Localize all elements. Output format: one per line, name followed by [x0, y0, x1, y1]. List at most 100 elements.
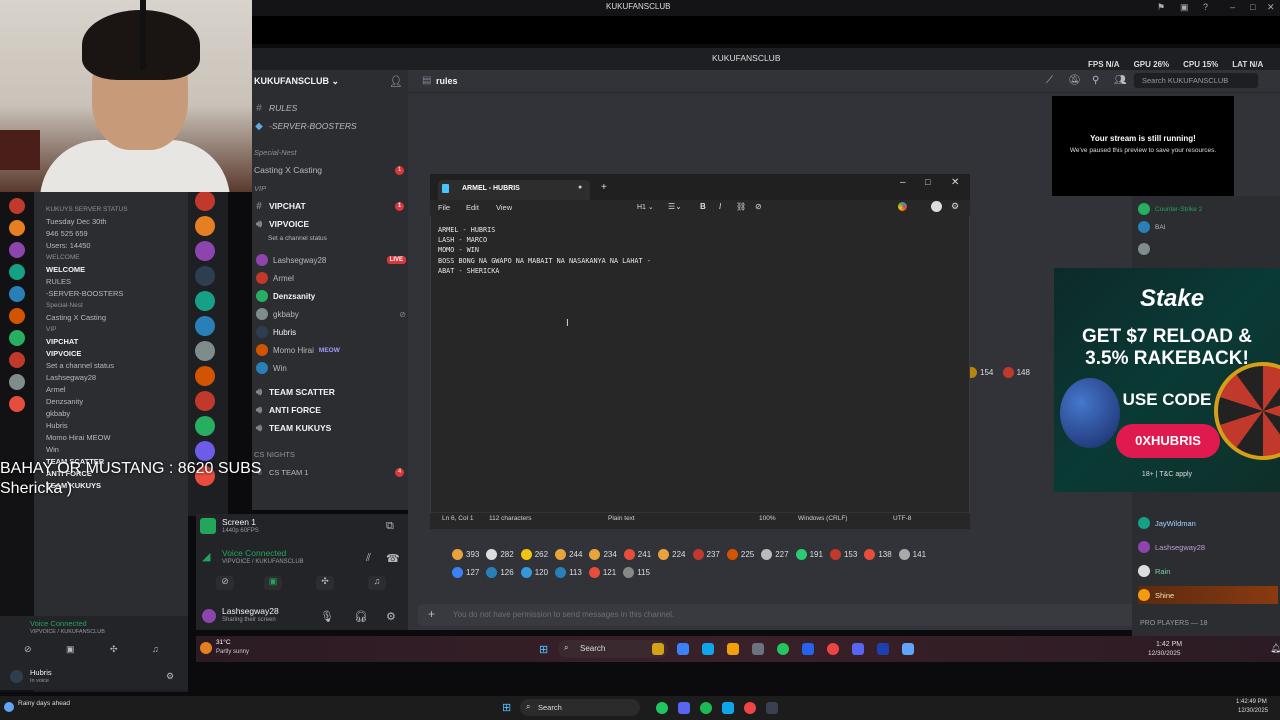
- reaction[interactable]: 262: [520, 545, 548, 563]
- account-icon[interactable]: [931, 201, 942, 212]
- voice-member[interactable]: Lashsegway28 LIVE: [256, 251, 406, 269]
- category-header[interactable]: Special-Nest: [34, 300, 188, 312]
- copilot-icon[interactable]: [898, 202, 907, 211]
- reaction[interactable]: 237: [692, 545, 720, 563]
- line-endings[interactable]: Windows (CRLF): [798, 515, 847, 522]
- channel-casting[interactable]: Casting X Casting 1: [254, 161, 404, 179]
- signal-icon[interactable]: ◢: [202, 550, 210, 563]
- discord-icon[interactable]: [852, 643, 864, 655]
- voice-member[interactable]: Hubris: [256, 323, 406, 341]
- reaction[interactable]: 141: [898, 545, 926, 563]
- server-icon[interactable]: [9, 264, 25, 280]
- channel-item[interactable]: Momo Hirai MEOW: [34, 432, 188, 444]
- reaction[interactable]: 282: [486, 545, 514, 563]
- channel-item[interactable]: Armel: [34, 384, 188, 396]
- edge-icon[interactable]: [722, 702, 734, 714]
- bold-icon[interactable]: B: [700, 202, 706, 211]
- spotify-icon[interactable]: [700, 702, 712, 714]
- edge-icon[interactable]: [702, 643, 714, 655]
- voice-channel-label[interactable]: VIPVOICE / KUKUFANSCLUB: [222, 559, 304, 565]
- channel-rules[interactable]: # RULES: [254, 99, 404, 117]
- server-icon[interactable]: [195, 391, 215, 411]
- pin-icon[interactable]: ⚑: [1157, 2, 1165, 13]
- channel-item[interactable]: Hubris: [34, 420, 188, 432]
- reaction[interactable]: 153: [829, 545, 857, 563]
- server-icon[interactable]: [195, 416, 215, 436]
- stake-code-button[interactable]: 0XHUBRIS: [1116, 424, 1220, 458]
- reaction[interactable]: 244: [555, 545, 582, 563]
- channel-item[interactable]: WELCOME: [34, 264, 188, 276]
- server-icon[interactable]: [9, 308, 25, 324]
- settings-icon[interactable]: ⚙: [386, 610, 396, 623]
- reaction[interactable]: 241: [623, 545, 651, 563]
- server-icon[interactable]: [195, 266, 215, 286]
- soundboard-button[interactable]: ♫: [152, 644, 159, 654]
- server-icon[interactable]: [195, 316, 215, 336]
- text-mode[interactable]: Plain text: [608, 515, 635, 522]
- member-item[interactable]: Rain: [1138, 562, 1170, 580]
- add-attachment-icon[interactable]: +: [428, 607, 435, 621]
- voice-member[interactable]: Armel: [256, 269, 406, 287]
- reaction[interactable]: 127: [452, 563, 479, 581]
- reaction[interactable]: 154: [966, 363, 993, 381]
- maximize-icon[interactable]: □: [925, 177, 930, 187]
- member-item[interactable]: Shine: [1138, 586, 1278, 604]
- server-icon[interactable]: [195, 291, 215, 311]
- channel-team-kukuys[interactable]: 🔊︎ TEAM KUKUYS: [254, 419, 404, 437]
- reaction[interactable]: 113: [555, 563, 582, 581]
- reaction[interactable]: 393: [452, 545, 479, 563]
- server-icon[interactable]: [195, 241, 215, 261]
- microphone-icon[interactable]: 🎙︎: [320, 610, 334, 623]
- store-icon[interactable]: [752, 643, 764, 655]
- channel-vipchat[interactable]: # VIPCHAT 1: [254, 197, 404, 215]
- category-header[interactable]: VIP: [34, 324, 188, 336]
- screen-share-button[interactable]: ▣: [66, 644, 75, 655]
- menu-file[interactable]: File: [438, 203, 450, 212]
- help-icon[interactable]: ?: [1203, 2, 1208, 12]
- channel-cs-team[interactable]: 🔊︎ CS TEAM 14: [254, 463, 404, 481]
- minimize-icon[interactable]: –: [900, 177, 906, 188]
- member-list-icon[interactable]: 👥︎: [1114, 75, 1127, 86]
- reaction[interactable]: 224: [658, 545, 686, 563]
- settings-icon[interactable]: ⚙: [166, 671, 174, 682]
- weather-icon[interactable]: [200, 642, 212, 654]
- camera-off-button[interactable]: ⊘: [24, 644, 32, 655]
- channel-team-scatter[interactable]: 🔊︎ TEAM SCATTER: [254, 383, 404, 401]
- voice-member[interactable]: Momo Hirai MEOW: [256, 341, 406, 359]
- folder-icon[interactable]: [727, 643, 739, 655]
- menu-edit[interactable]: Edit: [466, 203, 479, 212]
- server-name[interactable]: KUKUFANSCLUB ⌄: [254, 76, 339, 87]
- server-icon[interactable]: [9, 198, 25, 214]
- category-header[interactable]: WELCOME: [34, 252, 188, 264]
- link-icon[interactable]: ⛓: [736, 202, 746, 211]
- voice-member[interactable]: Win: [256, 359, 406, 377]
- inbox-icon[interactable]: ▣: [1180, 2, 1189, 13]
- channel-vipvoice[interactable]: 🔊︎ VIPVOICE: [254, 215, 404, 233]
- member-item[interactable]: [1138, 240, 1150, 258]
- camera-off-button[interactable]: ⊘: [216, 576, 234, 590]
- reaction[interactable]: 227: [761, 545, 789, 563]
- member-item[interactable]: JayWildman: [1138, 514, 1278, 532]
- chrome-icon[interactable]: [656, 702, 668, 714]
- screen-share-button[interactable]: ▣: [264, 576, 282, 590]
- server-icon[interactable]: [195, 366, 215, 386]
- reaction[interactable]: 225: [726, 545, 754, 563]
- reaction[interactable]: 148: [1002, 363, 1030, 381]
- app-icon[interactable]: [827, 643, 839, 655]
- server-icon[interactable]: [9, 374, 25, 390]
- channel-item[interactable]: RULES: [34, 276, 188, 288]
- weather-icon[interactable]: [4, 702, 14, 712]
- avatar[interactable]: [202, 609, 216, 623]
- server-icon[interactable]: [9, 286, 25, 302]
- notification-icon[interactable]: 🔕︎: [1068, 75, 1081, 86]
- encoding[interactable]: UTF-8: [893, 515, 911, 522]
- server-icon[interactable]: [195, 191, 215, 211]
- maximize-icon[interactable]: □: [1250, 2, 1255, 12]
- pin-icon[interactable]: ⚲: [1092, 75, 1099, 86]
- italic-icon[interactable]: I: [719, 202, 721, 211]
- settings-icon[interactable]: ⚙: [951, 201, 959, 212]
- chrome-icon[interactable]: [777, 643, 789, 655]
- reaction[interactable]: 121: [588, 563, 616, 581]
- voice-member[interactable]: gkbaby ⊘: [256, 305, 406, 323]
- search-input[interactable]: Search KUKUFANSCLUB: [1134, 73, 1258, 88]
